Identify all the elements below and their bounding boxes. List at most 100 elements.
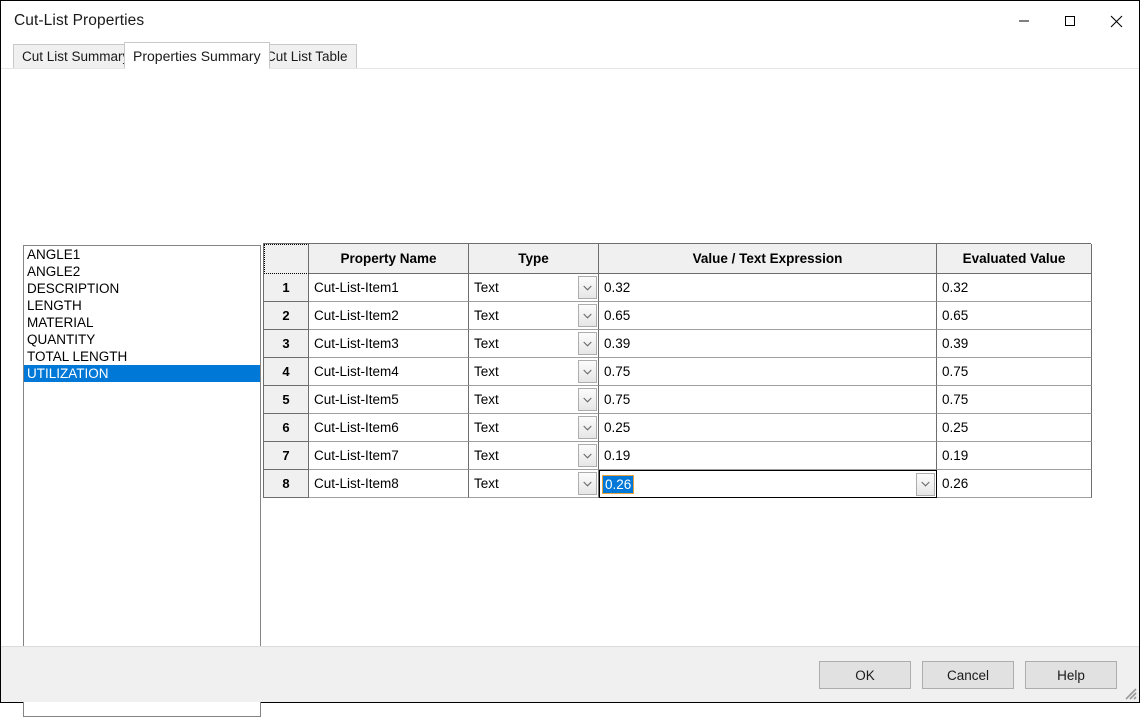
list-item[interactable]: ANGLE1 — [24, 246, 260, 263]
tab-properties-summary[interactable]: Properties Summary — [124, 42, 270, 69]
table-row[interactable]: 2 Cut-List-Item2 Text 0.65 0.65 — [264, 302, 1092, 330]
cell-evaluated-value: 0.26 — [937, 470, 1092, 498]
row-number[interactable]: 4 — [264, 358, 309, 386]
cell-value-expression[interactable]: 0.19 — [599, 442, 937, 470]
row-number[interactable]: 8 — [264, 470, 309, 498]
cell-value-expression[interactable]: 0.32 — [599, 274, 937, 302]
chevron-down-icon[interactable] — [916, 472, 935, 496]
chevron-down-icon[interactable] — [578, 444, 597, 467]
selected-value-text[interactable]: 0.26 — [601, 474, 635, 494]
table-row-active[interactable]: 8 Cut-List-Item8 Text 0.26 0.26 — [264, 470, 1092, 498]
list-item[interactable]: DESCRIPTION — [24, 280, 260, 297]
ok-button[interactable]: OK — [819, 661, 911, 689]
row-number[interactable]: 6 — [264, 414, 309, 442]
cell-type-value: Text — [474, 448, 499, 463]
column-header-evaluated-value[interactable]: Evaluated Value — [937, 244, 1092, 274]
cell-value-expression[interactable]: 0.65 — [599, 302, 937, 330]
cell-type[interactable]: Text — [469, 274, 599, 302]
cell-evaluated-value: 0.25 — [937, 414, 1092, 442]
cut-list-properties-dialog: Cut-List Properties Cut List Summary Pro… — [0, 0, 1140, 717]
table-row[interactable]: 4 Cut-List-Item4 Text 0.75 0.75 — [264, 358, 1092, 386]
list-item-selected[interactable]: UTILIZATION — [24, 365, 260, 382]
cell-value-expression[interactable]: 0.39 — [599, 330, 937, 358]
cell-evaluated-value: 0.65 — [937, 302, 1092, 330]
cell-type[interactable]: Text — [469, 330, 599, 358]
table-row[interactable]: 5 Cut-List-Item5 Text 0.75 0.75 — [264, 386, 1092, 414]
cell-value-expression-editor[interactable]: 0.26 — [599, 470, 937, 498]
list-item[interactable]: QUANTITY — [24, 331, 260, 348]
row-number[interactable]: 5 — [264, 386, 309, 414]
maximize-icon[interactable] — [1047, 1, 1093, 41]
grid-header-row: Property Name Type Value / Text Expressi… — [264, 244, 1092, 274]
tab-label: Properties Summary — [133, 47, 261, 64]
tab-strip: Cut List Summary Properties Summary Cut … — [1, 41, 1139, 69]
cell-type-value: Text — [474, 280, 499, 295]
chevron-down-icon[interactable] — [578, 388, 597, 411]
title-bar[interactable]: Cut-List Properties — [1, 1, 1139, 41]
cancel-button[interactable]: Cancel — [922, 661, 1014, 689]
cell-property-name[interactable]: Cut-List-Item5 — [309, 386, 469, 414]
tab-content-properties-summary: ANGLE1 ANGLE2 DESCRIPTION LENGTH MATERIA… — [1, 69, 1139, 717]
grid-corner-header[interactable] — [264, 244, 309, 274]
cell-property-name[interactable]: Cut-List-Item6 — [309, 414, 469, 442]
row-number[interactable]: 2 — [264, 302, 309, 330]
cell-type[interactable]: Text — [469, 470, 599, 498]
chevron-down-icon[interactable] — [578, 416, 597, 439]
cell-type-value: Text — [474, 476, 499, 491]
column-header-value-text-expression[interactable]: Value / Text Expression — [599, 244, 937, 274]
cell-type-value: Text — [474, 308, 499, 323]
row-number[interactable]: 1 — [264, 274, 309, 302]
cell-type-value: Text — [474, 336, 499, 351]
cell-value-expression[interactable]: 0.25 — [599, 414, 937, 442]
cell-property-name[interactable]: Cut-List-Item1 — [309, 274, 469, 302]
window-controls — [1001, 1, 1139, 41]
cell-type[interactable]: Text — [469, 358, 599, 386]
column-header-property-name[interactable]: Property Name — [309, 244, 469, 274]
dialog-footer: OK Cancel Help — [1, 646, 1139, 702]
tab-cut-list-table[interactable]: Cut List Table — [257, 44, 357, 69]
list-item[interactable]: ANGLE2 — [24, 263, 260, 280]
tab-cut-list-summary[interactable]: Cut List Summary — [13, 44, 139, 69]
chevron-down-icon[interactable] — [578, 360, 597, 383]
row-number[interactable]: 3 — [264, 330, 309, 358]
cell-evaluated-value: 0.75 — [937, 386, 1092, 414]
window-title: Cut-List Properties — [14, 12, 145, 29]
cell-type[interactable]: Text — [469, 386, 599, 414]
list-item[interactable]: TOTAL LENGTH — [24, 348, 260, 365]
close-icon[interactable] — [1093, 1, 1139, 41]
chevron-down-icon[interactable] — [578, 304, 597, 327]
cell-value-expression[interactable]: 0.75 — [599, 386, 937, 414]
properties-grid: Property Name Type Value / Text Expressi… — [263, 243, 1092, 498]
list-item[interactable]: LENGTH — [24, 297, 260, 314]
cell-evaluated-value: 0.75 — [937, 358, 1092, 386]
cell-type-value: Text — [474, 364, 499, 379]
table-row[interactable]: 7 Cut-List-Item7 Text 0.19 0.19 — [264, 442, 1092, 470]
column-header-type[interactable]: Type — [469, 244, 599, 274]
table-row[interactable]: 3 Cut-List-Item3 Text 0.39 0.39 — [264, 330, 1092, 358]
tab-label: Cut List Table — [266, 49, 348, 64]
cell-type[interactable]: Text — [469, 414, 599, 442]
cell-evaluated-value: 0.19 — [937, 442, 1092, 470]
cell-value-expression[interactable]: 0.75 — [599, 358, 937, 386]
help-button[interactable]: Help — [1025, 661, 1117, 689]
cell-property-name[interactable]: Cut-List-Item8 — [309, 470, 469, 498]
row-number[interactable]: 7 — [264, 442, 309, 470]
cell-type-value: Text — [474, 420, 499, 435]
list-item[interactable]: MATERIAL — [24, 314, 260, 331]
cell-type[interactable]: Text — [469, 442, 599, 470]
chevron-down-icon[interactable] — [578, 332, 597, 355]
cell-evaluated-value: 0.32 — [937, 274, 1092, 302]
cell-property-name[interactable]: Cut-List-Item3 — [309, 330, 469, 358]
cell-property-name[interactable]: Cut-List-Item7 — [309, 442, 469, 470]
tab-label: Cut List Summary — [22, 49, 130, 64]
cell-property-name[interactable]: Cut-List-Item4 — [309, 358, 469, 386]
table-row[interactable]: 1 Cut-List-Item1 Text 0.32 0.32 — [264, 274, 1092, 302]
cell-property-name[interactable]: Cut-List-Item2 — [309, 302, 469, 330]
chevron-down-icon[interactable] — [578, 472, 597, 495]
minimize-icon[interactable] — [1001, 1, 1047, 41]
table-row[interactable]: 6 Cut-List-Item6 Text 0.25 0.25 — [264, 414, 1092, 442]
chevron-down-icon[interactable] — [578, 276, 597, 299]
resize-grip[interactable] — [1121, 684, 1137, 700]
cell-type[interactable]: Text — [469, 302, 599, 330]
dialog-button-row: OK Cancel Help — [819, 661, 1117, 689]
